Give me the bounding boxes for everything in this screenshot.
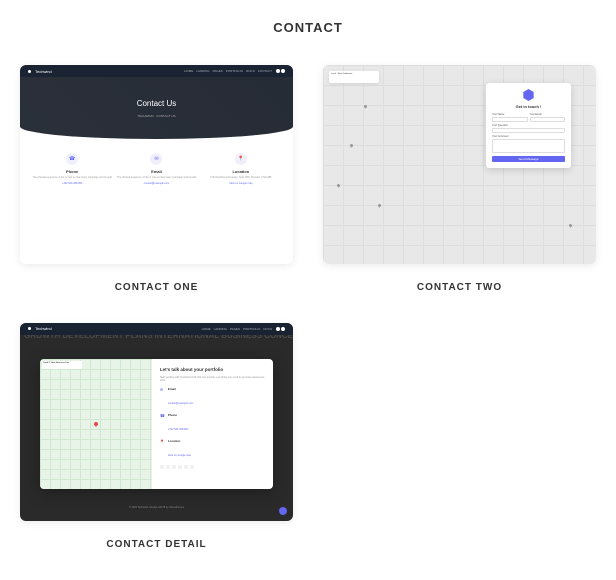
brand-text: Techwind <box>35 69 180 74</box>
box-link: +152 534-468-854 <box>30 182 114 185</box>
form-title: Get in touch ! <box>492 104 565 109</box>
panel-title: Let's talk about your portfolio <box>160 367 265 372</box>
info-panel: Let's talk about your portfolio Start wo… <box>152 359 273 489</box>
nav-item: HOME <box>184 69 193 73</box>
nav-item: PAGES <box>213 69 223 73</box>
send-button[interactable]: Send Message <box>492 156 565 162</box>
box-link: View on Google map <box>199 182 283 185</box>
info-location: 📍 Location View on Google map <box>160 439 265 461</box>
cards-grid: Techwind HOME LANDING PAGES PORTFOLIO DO… <box>20 65 596 550</box>
card-contact-detail[interactable]: GROWTHDEVELOPMENTPLANSINTERNATIONALBUSIN… <box>20 323 293 551</box>
box-desc: C/54 Northwest Freeway, Suite 558, Houst… <box>199 176 283 180</box>
info-title: Phone <box>168 413 189 417</box>
map-pin-icon <box>377 203 381 207</box>
footer-text: © 2025 Techwind. Design with ❤ by Shreet… <box>20 506 293 509</box>
nav-item: CONTACT <box>258 69 272 73</box>
email-input[interactable] <box>530 117 566 122</box>
panel-desc: Start working with Techwind CSS that can… <box>160 376 265 383</box>
contact-boxes: ☎ Phone The phrasal sequence of the is n… <box>20 139 293 199</box>
info-value: +152 534-468-854 <box>168 428 189 431</box>
nav-item: PAGES <box>230 327 240 331</box>
nav-links: HOME LANDING PAGES PORTFOLIO DOCS CONTAC… <box>184 69 272 73</box>
hero-section: Contact Us TECHWIND · CONTACT US <box>20 77 293 139</box>
thumb-contact-one: Techwind HOME LANDING PAGES PORTFOLIO DO… <box>20 65 293 264</box>
name-input[interactable] <box>492 117 528 122</box>
header-icon <box>276 327 280 331</box>
map-marker-icon <box>93 421 99 427</box>
nav-item: PORTFOLIO <box>226 69 243 73</box>
card-contact-one[interactable]: Techwind HOME LANDING PAGES PORTFOLIO DO… <box>20 65 293 293</box>
header-icon <box>281 327 285 331</box>
map-pin-icon <box>336 183 340 187</box>
map-pin-icon <box>350 144 354 148</box>
thumb3-navbar: Techwind HOME LANDING PAGES PORTFOLIO DO… <box>20 323 293 335</box>
detail-panel: David S. Neal, Americas Park Let's talk … <box>40 359 273 489</box>
map-address-box: Larch · Nine Pemberton <box>329 71 379 83</box>
box-phone: ☎ Phone The phrasal sequence of the is n… <box>30 153 114 185</box>
logo-icon <box>28 70 31 73</box>
nav-item: DOCS <box>263 327 272 331</box>
map-address: David S. Neal, Americas Park <box>42 361 82 369</box>
phone-icon: ☎ <box>160 413 165 418</box>
form-logo-icon <box>523 89 535 101</box>
box-link: contact@example.com <box>114 182 198 185</box>
thumb1-navbar: Techwind HOME LANDING PAGES PORTFOLIO DO… <box>20 65 293 77</box>
social-icon[interactable] <box>184 465 188 469</box>
phone-icon: ☎ <box>66 153 78 165</box>
social-icon[interactable] <box>166 465 170 469</box>
social-icon[interactable] <box>160 465 164 469</box>
card-contact-two[interactable]: Larch · Nine Pemberton Get in touch ! Yo… <box>323 65 596 293</box>
question-input[interactable] <box>492 128 565 133</box>
map-pin-icon <box>568 223 572 227</box>
header-icon <box>281 69 285 73</box>
name-label: Your Name <box>492 113 528 116</box>
social-icon[interactable] <box>178 465 182 469</box>
info-phone: ☎ Phone +152 534-468-854 <box>160 413 265 435</box>
email-label: Your Email <box>530 113 566 116</box>
box-title: Location <box>199 169 283 174</box>
contact-form: Get in touch ! Your Name Your Email Your… <box>486 83 571 168</box>
social-icon[interactable] <box>172 465 176 469</box>
nav-links: HOME LANDING PAGES PORTFOLIO DOCS <box>202 327 272 331</box>
box-email: ✉ Email The phrasal sequence of the is n… <box>114 153 198 185</box>
card-label: CONTACT TWO <box>417 282 502 293</box>
card-label: CONTACT DETAIL <box>106 539 206 550</box>
map-pin-icon <box>363 104 367 108</box>
thumb-contact-two: Larch · Nine Pemberton Get in touch ! Yo… <box>323 65 596 264</box>
box-desc: The phrasal sequence of the is now so th… <box>114 176 198 180</box>
social-links <box>160 465 265 469</box>
card-label: CONTACT ONE <box>115 282 199 293</box>
breadcrumb: TECHWIND · CONTACT US <box>137 114 175 118</box>
comment-textarea[interactable] <box>492 139 565 153</box>
social-icon[interactable] <box>190 465 194 469</box>
comment-label: Your Comment <box>492 135 565 138</box>
page-title: CONTACT <box>20 20 596 35</box>
info-value: View on Google map <box>168 454 191 457</box>
logo-icon <box>28 327 31 330</box>
info-email: ✉ Email contact@example.com <box>160 387 265 409</box>
box-desc: The phrasal sequence of the is now so th… <box>30 176 114 180</box>
brand-text: Techwind <box>35 326 198 331</box>
hero-title: Contact Us <box>137 99 177 108</box>
info-title: Email <box>168 387 193 391</box>
box-title: Phone <box>30 169 114 174</box>
location-icon: 📍 <box>235 153 247 165</box>
nav-item: LANDING <box>214 327 227 331</box>
nav-item: LANDING <box>196 69 209 73</box>
scroll-top-button[interactable] <box>279 507 287 515</box>
location-icon: 📍 <box>160 439 165 444</box>
thumb-contact-detail: GROWTHDEVELOPMENTPLANSINTERNATIONALBUSIN… <box>20 323 293 522</box>
question-label: Your Question <box>492 124 565 127</box>
nav-item: PORTFOLIO <box>243 327 260 331</box>
info-value: contact@example.com <box>168 402 193 405</box>
box-title: Email <box>114 169 198 174</box>
embedded-map: David S. Neal, Americas Park <box>40 359 152 489</box>
email-icon: ✉ <box>160 387 165 392</box>
box-location: 📍 Location C/54 Northwest Freeway, Suite… <box>199 153 283 185</box>
info-title: Location <box>168 439 191 443</box>
header-icon <box>276 69 280 73</box>
email-icon: ✉ <box>150 153 162 165</box>
nav-item: HOME <box>202 327 211 331</box>
nav-item: DOCS <box>246 69 255 73</box>
